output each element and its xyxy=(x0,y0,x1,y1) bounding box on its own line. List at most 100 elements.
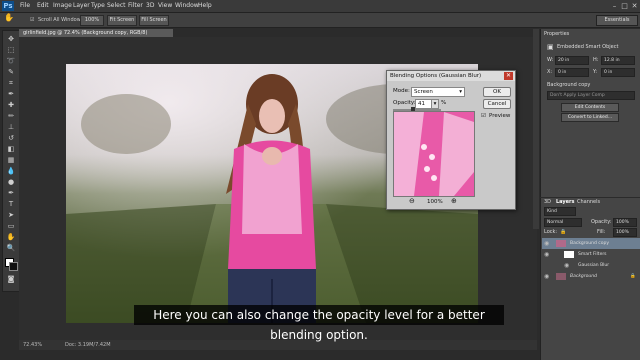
smart-layer-name: Background copy xyxy=(547,82,591,88)
mode-select[interactable]: Screen ▾ xyxy=(411,87,465,97)
dodge-tool-icon[interactable]: ● xyxy=(6,178,16,187)
zoom-in-icon[interactable]: ⊕ xyxy=(451,197,457,205)
zoom-level[interactable]: 72.43% xyxy=(23,342,42,349)
menu-image[interactable]: Image xyxy=(53,2,72,10)
layer-fill-field[interactable]: 100% xyxy=(613,228,637,237)
layer-row-background-copy[interactable]: ◉ Background copy xyxy=(542,238,640,249)
mode-label: Mode: xyxy=(393,88,410,94)
menu-type[interactable]: Type xyxy=(91,2,105,10)
gradient-icon[interactable]: ▦ xyxy=(6,156,16,165)
workspace-select[interactable]: Essentials xyxy=(596,15,638,26)
layers-panel: 3D Layers Channels Kind Normal Opacity: … xyxy=(540,198,640,360)
layer-thumbnail xyxy=(556,273,566,280)
menu-3d[interactable]: 3D xyxy=(146,2,154,10)
pen-tool-icon[interactable]: ✒ xyxy=(6,189,16,198)
layer-thumbnail xyxy=(556,240,566,247)
height-label: H: xyxy=(593,57,599,63)
zoom-100-button[interactable]: 100% xyxy=(80,15,104,26)
quick-select-icon[interactable]: ✎ xyxy=(6,68,16,77)
layer-row-gaussian-blur[interactable]: ◉ Gaussian Blur xyxy=(542,260,640,271)
history-brush-icon[interactable]: ↺ xyxy=(6,134,16,143)
quick-mask-icon[interactable]: ◙ xyxy=(6,275,16,284)
clone-stamp-icon[interactable]: ⊥ xyxy=(6,123,16,132)
toolbar: ✥ ⬚ ➰ ✎ ⌗ ✒ ✚ ✏ ⊥ ↺ ◧ ▦ 💧 ● ✒ T ➤ ▭ ✋ 🔍 … xyxy=(2,30,20,292)
height-field[interactable]: 12.8 in xyxy=(601,56,635,65)
fill-screen-button[interactable]: Fill Screen xyxy=(139,15,169,26)
opacity-label: Opacity: xyxy=(393,100,416,106)
shape-tool-icon[interactable]: ▭ xyxy=(6,222,16,231)
scroll-all-checkbox[interactable]: ☑ xyxy=(30,16,34,24)
opacity-dropdown-icon[interactable]: ▾ xyxy=(431,99,439,109)
x-field[interactable]: 0 in xyxy=(555,68,589,77)
maximize-icon[interactable]: □ xyxy=(620,2,629,10)
brush-tool-icon[interactable]: ✏ xyxy=(6,112,16,121)
edit-contents-button[interactable]: Edit Contents xyxy=(561,103,619,112)
tab-layers[interactable]: Layers xyxy=(556,198,575,206)
layer-comp-select[interactable]: Don't Apply Layer Comp xyxy=(547,91,635,100)
smart-object-label: Embedded Smart Object xyxy=(557,44,619,50)
width-field[interactable]: 20 in xyxy=(555,56,589,65)
menu-view[interactable]: View xyxy=(158,2,172,10)
opacity-label: Opacity: xyxy=(591,219,612,225)
y-field[interactable]: 0 in xyxy=(601,68,635,77)
lasso-tool-icon[interactable]: ➰ xyxy=(6,57,16,66)
menu-file[interactable]: File xyxy=(20,2,30,10)
layer-opacity-field[interactable]: 100% xyxy=(613,218,637,227)
menu-filter[interactable]: Filter xyxy=(128,2,143,10)
blur-tool-icon[interactable]: 💧 xyxy=(6,167,16,176)
lock-icon[interactable]: 🔒 xyxy=(560,228,566,236)
move-tool-icon[interactable]: ✥ xyxy=(6,35,16,44)
tab-3d[interactable]: 3D xyxy=(544,198,551,206)
properties-tab[interactable]: Properties xyxy=(544,30,569,38)
close-icon[interactable]: ✕ xyxy=(630,2,639,10)
type-tool-icon[interactable]: T xyxy=(6,200,16,209)
menu-edit[interactable]: Edit xyxy=(37,2,49,10)
eyedropper-icon[interactable]: ✒ xyxy=(6,90,16,99)
crop-tool-icon[interactable]: ⌗ xyxy=(6,79,16,88)
marquee-tool-icon[interactable]: ⬚ xyxy=(6,46,16,55)
filter-preview[interactable] xyxy=(393,111,475,197)
preview-label: Preview xyxy=(489,113,511,119)
menu-select[interactable]: Select xyxy=(107,2,126,10)
ps-logo: Ps xyxy=(2,1,14,11)
background-color-swatch[interactable] xyxy=(9,262,18,271)
close-icon[interactable]: ✕ xyxy=(504,72,513,80)
video-caption: Here you can also change the opacity lev… xyxy=(134,305,504,342)
tab-channels[interactable]: Channels xyxy=(577,198,600,206)
menu-window[interactable]: Window xyxy=(175,2,199,10)
layer-row-smart-filters[interactable]: ◉ Smart Filters xyxy=(542,249,640,260)
eraser-icon[interactable]: ◧ xyxy=(6,145,16,154)
opacity-unit: % xyxy=(441,100,447,106)
eye-icon[interactable]: ◉ xyxy=(544,249,549,260)
blending-options-dialog: Blending Options (Gaussian Blur) ✕ Mode:… xyxy=(386,70,516,210)
path-select-icon[interactable]: ➤ xyxy=(6,211,16,220)
minimize-icon[interactable]: – xyxy=(610,2,619,10)
options-bar: ✋ ☑ Scroll All Windows 100% Fit Screen F… xyxy=(0,13,640,28)
convert-to-linked-button[interactable]: Convert to Linked... xyxy=(561,113,619,122)
eye-icon[interactable]: ◉ xyxy=(544,271,549,282)
x-label: X: xyxy=(547,69,553,75)
zoom-out-icon[interactable]: ⊖ xyxy=(409,197,415,205)
blend-mode-select[interactable]: Normal xyxy=(544,218,582,227)
panel-icon-strip xyxy=(533,29,539,229)
smart-object-icon: ▣ xyxy=(547,43,554,51)
hand-tool-icon[interactable]: ✋ xyxy=(6,233,16,242)
y-label: Y: xyxy=(593,69,598,75)
document-tab[interactable]: girlinfield.jpg @ 72.4% (Background copy… xyxy=(19,29,173,37)
eye-icon[interactable]: ◉ xyxy=(544,238,549,249)
eye-icon[interactable]: ◉ xyxy=(564,260,569,271)
doc-info[interactable]: Doc: 3.19M/7.42M xyxy=(65,342,111,349)
layer-name: Background copy xyxy=(570,241,610,246)
ok-button[interactable]: OK xyxy=(483,87,511,97)
menu-layer[interactable]: Layer xyxy=(73,2,90,10)
layer-kind-filter[interactable]: Kind xyxy=(544,207,576,216)
cancel-button[interactable]: Cancel xyxy=(483,99,511,109)
fit-screen-button[interactable]: Fit Screen xyxy=(107,15,137,26)
checkbox-checked-icon[interactable]: ☑ xyxy=(481,112,486,120)
zoom-tool-icon[interactable]: 🔍 xyxy=(6,244,16,253)
dialog-title-text: Blending Options (Gaussian Blur) xyxy=(390,73,482,79)
healing-brush-icon[interactable]: ✚ xyxy=(6,101,16,110)
menu-help[interactable]: Help xyxy=(198,2,212,10)
filter-mask-thumbnail xyxy=(564,251,574,258)
layer-row-background[interactable]: ◉ Background 🔒 xyxy=(542,271,640,282)
